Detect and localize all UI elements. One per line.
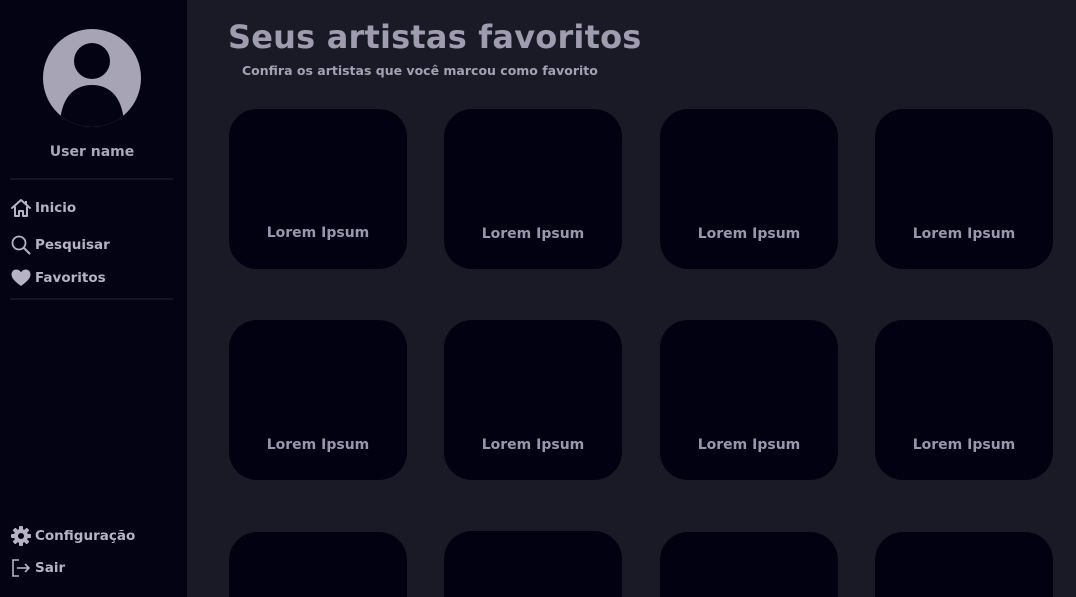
artist-name: Lorem Ipsum <box>697 437 801 453</box>
sidebar: User name Inicio Pesquisar Favoritos Con… <box>0 0 187 597</box>
artist-name: Lorem Ipsum <box>912 437 1016 453</box>
artist-card[interactable] <box>444 531 622 597</box>
nav-item-label: Sair <box>35 560 66 576</box>
heart-icon <box>10 267 32 289</box>
nav-item-sair[interactable]: Sair <box>10 556 65 580</box>
nav-item-configuracao[interactable]: Configuração <box>10 524 135 548</box>
nav-item-inicio[interactable]: Inicio <box>10 196 76 220</box>
home-icon <box>10 197 32 219</box>
artist-name: Lorem Ipsum <box>912 226 1016 242</box>
artist-card[interactable]: Lorem Ipsum <box>444 320 622 480</box>
artist-card[interactable]: Lorem Ipsum <box>875 320 1053 480</box>
artist-card[interactable]: Lorem Ipsum <box>229 320 407 480</box>
logout-icon <box>10 557 32 579</box>
page-subtitle: Confira os artistas que você marcou como… <box>242 63 598 78</box>
artist-card[interactable]: Lorem Ipsum <box>229 109 407 269</box>
nav-item-favoritos[interactable]: Favoritos <box>10 266 106 290</box>
page-title: Seus artistas favoritos <box>228 18 642 56</box>
username: User name <box>49 144 135 160</box>
artist-card[interactable]: Lorem Ipsum <box>660 320 838 480</box>
artist-card[interactable]: Lorem Ipsum <box>444 109 622 269</box>
search-icon <box>10 234 32 256</box>
artist-name: Lorem Ipsum <box>481 437 585 453</box>
artist-name: Lorem Ipsum <box>481 226 585 242</box>
app: User name Inicio Pesquisar Favoritos Con… <box>0 0 1076 597</box>
avatar[interactable] <box>43 29 141 127</box>
gear-icon <box>10 525 32 547</box>
sidebar-divider-top <box>10 178 173 180</box>
artist-card[interactable] <box>229 532 407 597</box>
artist-name: Lorem Ipsum <box>697 226 801 242</box>
user-icon <box>60 43 124 127</box>
artist-card[interactable]: Lorem Ipsum <box>660 109 838 269</box>
nav-item-pesquisar[interactable]: Pesquisar <box>10 233 110 257</box>
artist-card[interactable] <box>660 532 838 597</box>
artist-card[interactable]: Lorem Ipsum <box>875 109 1053 269</box>
sidebar-divider-bottom <box>10 298 173 300</box>
artist-name: Lorem Ipsum <box>266 437 370 453</box>
nav-item-label: Favoritos <box>35 270 106 286</box>
nav-item-label: Configuração <box>35 528 136 544</box>
artist-name: Lorem Ipsum <box>266 225 370 241</box>
nav-item-label: Inicio <box>35 200 77 216</box>
artist-card[interactable] <box>875 532 1053 597</box>
nav-item-label: Pesquisar <box>35 237 110 253</box>
